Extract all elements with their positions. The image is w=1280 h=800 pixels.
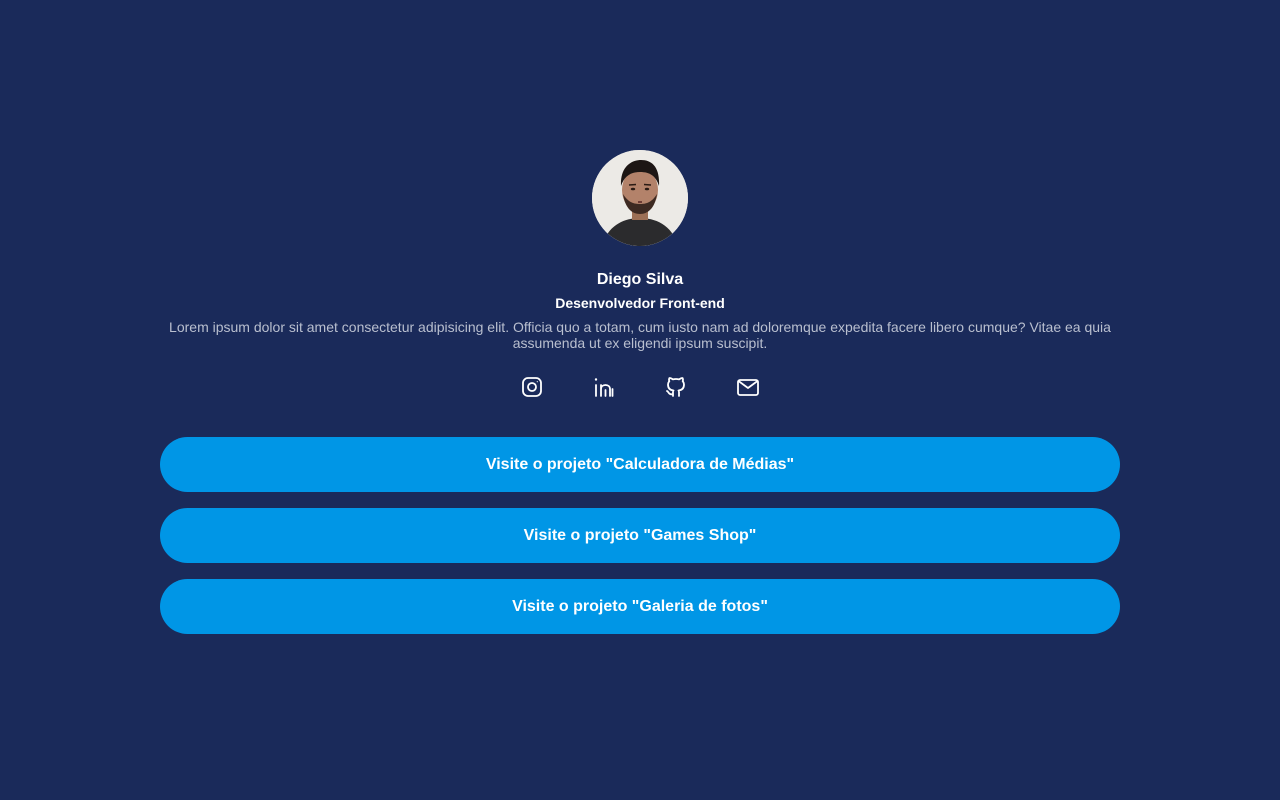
project-link-calculadora[interactable]: Visite o projeto "Calculadora de Médias" <box>160 437 1120 492</box>
profile-name: Diego Silva <box>596 271 684 288</box>
linkedin-link[interactable] <box>592 375 616 399</box>
profile-section: Diego Silva Desenvolvedor Front-end Lore… <box>160 150 1120 399</box>
social-links <box>520 375 760 399</box>
linkedin-icon <box>594 378 614 397</box>
email-link[interactable] <box>736 375 760 399</box>
project-links: Visite o projeto "Calculadora de Médias"… <box>160 437 1120 634</box>
page: Diego Silva Desenvolvedor Front-end Lore… <box>0 0 1280 800</box>
profile-bio: Lorem ipsum dolor sit amet consectetur a… <box>169 319 1111 351</box>
github-icon <box>666 377 685 397</box>
profile-role: Desenvolvedor Front-end <box>555 295 725 311</box>
avatar <box>592 150 688 246</box>
project-link-games-shop[interactable]: Visite o projeto "Games Shop" <box>160 508 1120 563</box>
avatar-image <box>592 150 688 246</box>
github-link[interactable] <box>664 375 688 399</box>
project-link-galeria[interactable]: Visite o projeto "Galeria de fotos" <box>160 579 1120 634</box>
instagram-link[interactable] <box>520 375 544 399</box>
email-icon <box>737 379 759 396</box>
instagram-icon <box>522 377 542 397</box>
